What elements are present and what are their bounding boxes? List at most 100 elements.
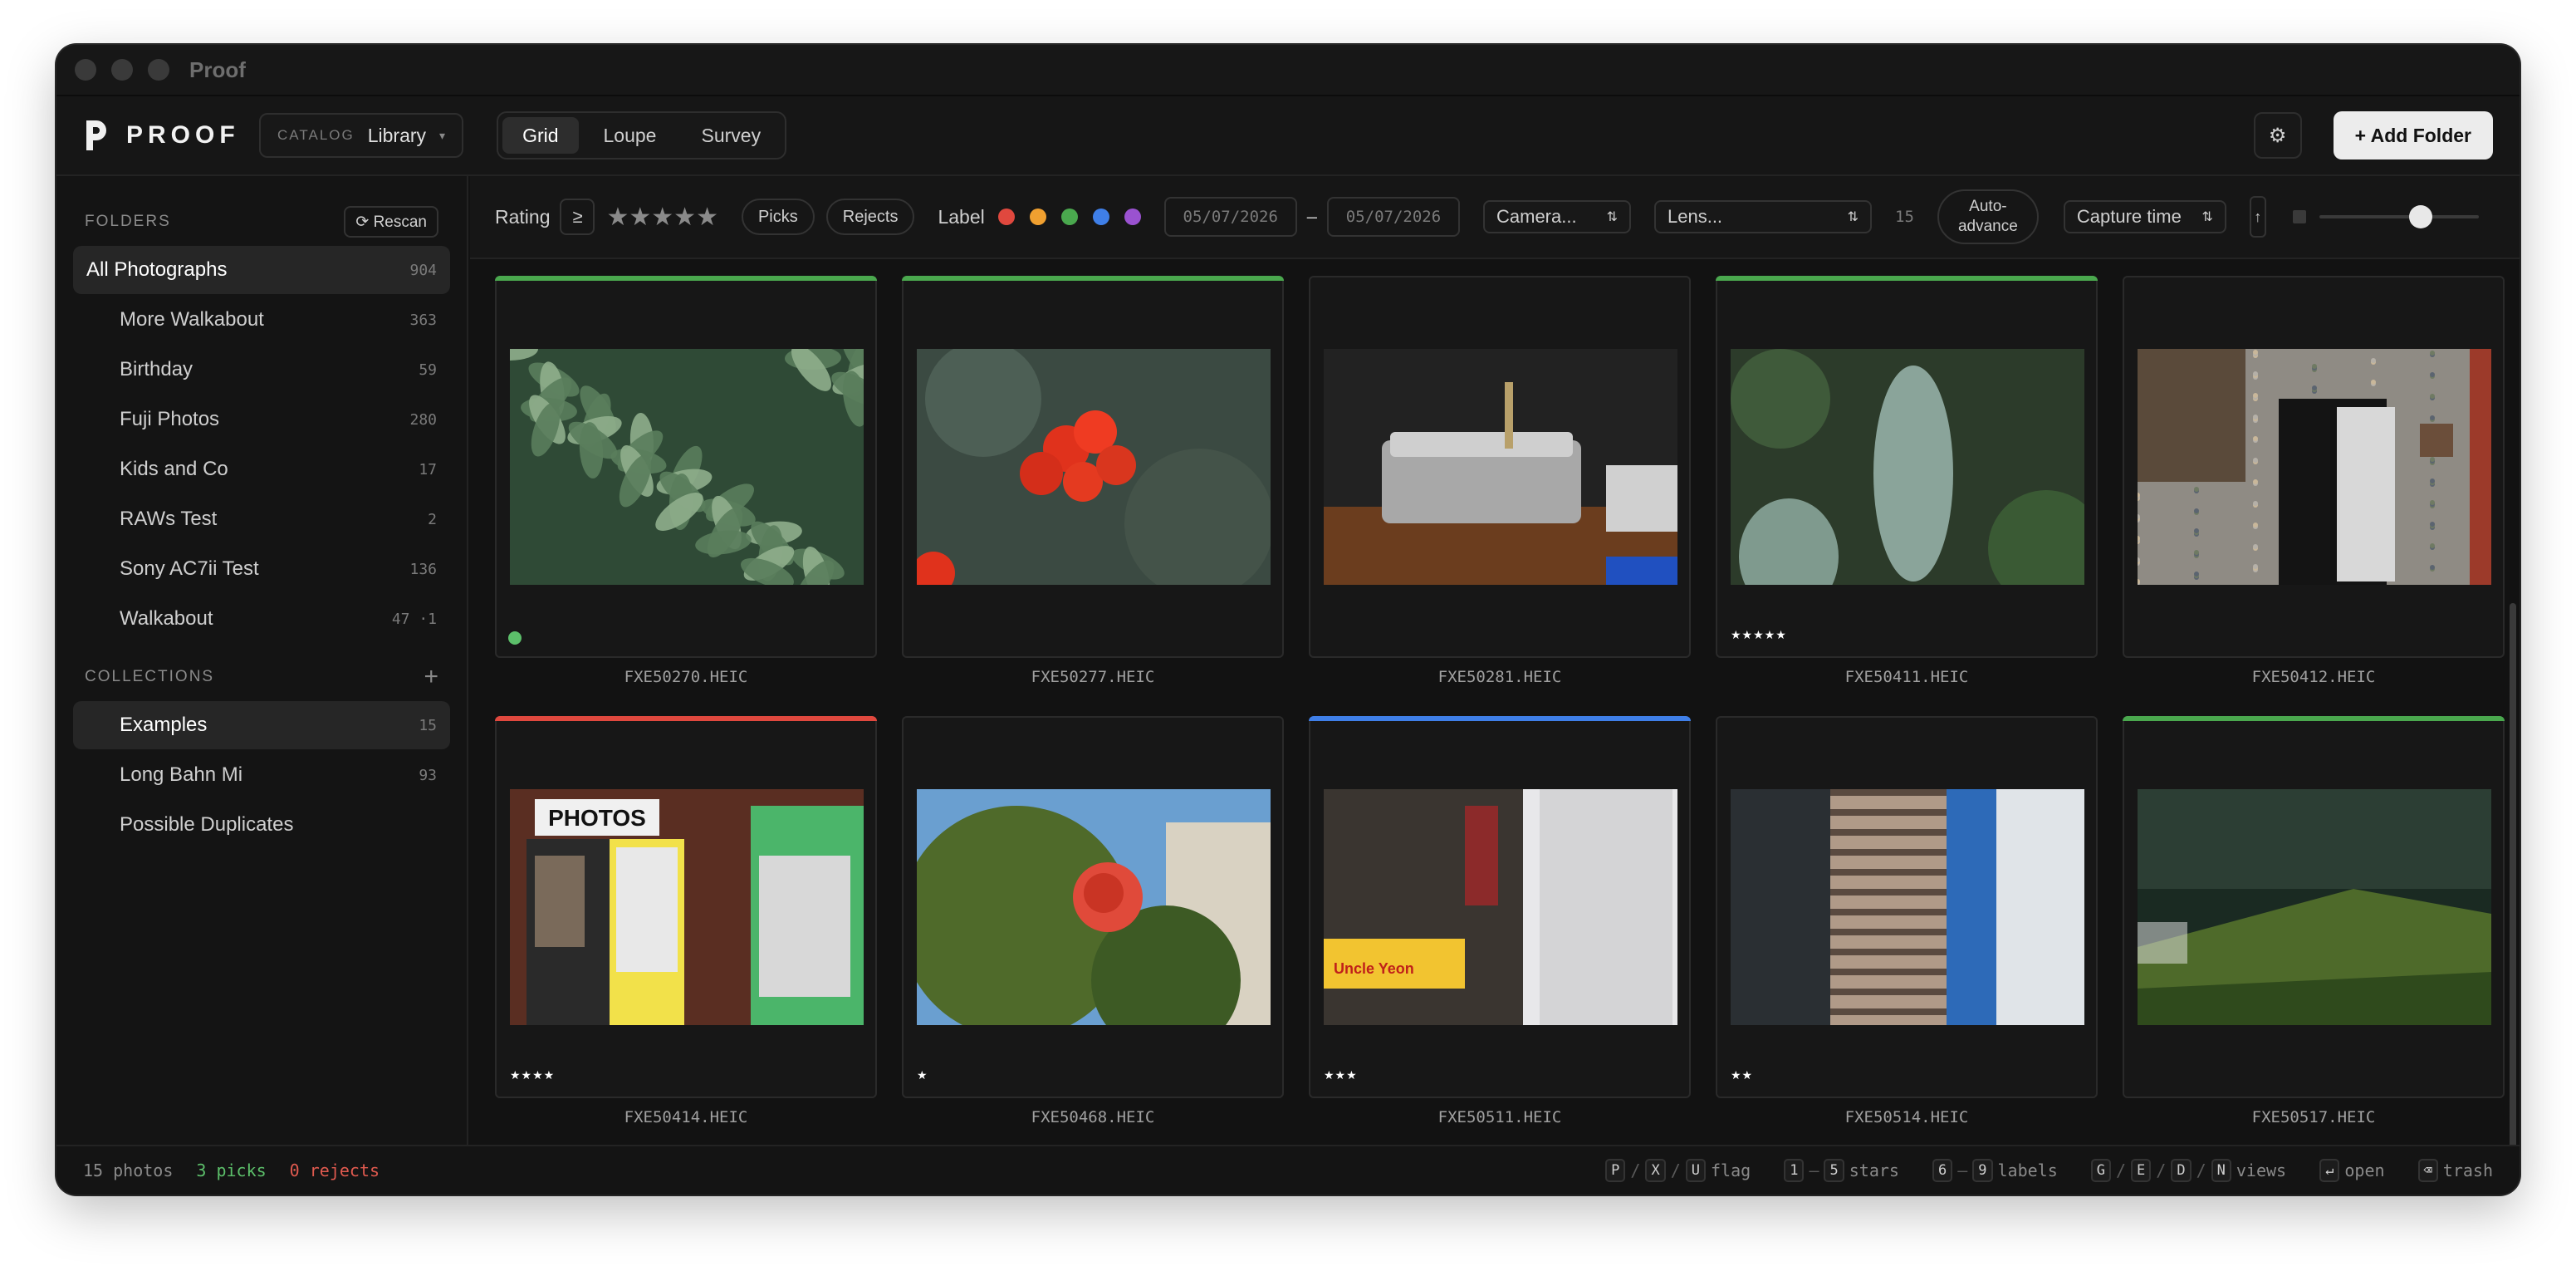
photo-card[interactable]: ★★ [1716, 716, 2098, 1098]
shortcut-hint: 6–9 labels [1932, 1159, 2058, 1182]
folder-count: 904 [409, 261, 437, 279]
window-controls [75, 59, 169, 81]
photo-thumbnail[interactable] [917, 349, 1271, 585]
window-title: Proof [189, 56, 246, 82]
collection-item-long-bahn-mi[interactable]: Long Bahn Mi 93 [73, 751, 450, 799]
catalog-selector[interactable]: CATALOG Library ▾ [259, 113, 464, 158]
hint-label: views [2236, 1160, 2287, 1180]
folder-label: RAWs Test [120, 508, 218, 530]
pick-flag-dot [508, 631, 522, 645]
photo-thumbnail[interactable] [2138, 789, 2491, 1025]
photo-filename: FXE50411.HEIC [1844, 668, 1969, 686]
photo-card[interactable] [2123, 716, 2505, 1098]
view-loupe-tab[interactable]: Loupe [584, 117, 677, 154]
svg-text:PHOTOS: PHOTOS [548, 805, 646, 831]
folder-item-sony-test[interactable]: Sony AC7ii Test 136 [73, 545, 450, 593]
collection-item-possible-duplicates[interactable]: Possible Duplicates [73, 801, 450, 849]
folder-item-more-walkabout[interactable]: More Walkabout 363 [73, 296, 450, 344]
close-window-button[interactable] [75, 59, 96, 81]
photo-thumbnail[interactable] [1731, 349, 2084, 585]
lens-select[interactable]: Lens... ⇅ [1654, 200, 1872, 233]
folder-item-all-photographs[interactable]: All Photographs 904 [73, 246, 450, 294]
key-cap: U [1685, 1159, 1707, 1182]
slider-handle[interactable] [2409, 205, 2433, 228]
photo-thumbnail[interactable] [2138, 349, 2491, 585]
collections-header: COLLECTIONS + [56, 653, 467, 701]
collection-count: 15 [419, 716, 437, 734]
grid-scrollbar[interactable] [2510, 603, 2516, 1145]
folder-item-raws-test[interactable]: RAWs Test 2 [73, 495, 450, 543]
collection-list: Examples 15 Long Bahn Mi 93 Possible Dup… [56, 701, 467, 849]
photo-thumbnail[interactable]: PHOTOS [510, 789, 864, 1025]
picks-filter-button[interactable]: Picks [741, 199, 815, 235]
settings-button[interactable]: ⚙ [2253, 112, 2302, 159]
folder-item-kids-and-co[interactable]: Kids and Co 17 [73, 445, 450, 493]
collection-label: Long Bahn Mi [120, 763, 243, 786]
auto-advance-toggle[interactable]: Auto- advance [1937, 189, 2039, 244]
filter-bar: Rating ≥ ★★★★★ Picks Rejects Label 05/07… [470, 176, 2520, 259]
zoom-window-button[interactable] [148, 59, 169, 81]
shortcut-hint: ⌫ trash [2417, 1159, 2493, 1182]
hint-label: open [2344, 1160, 2385, 1180]
chevron-down-icon: ▾ [439, 128, 446, 142]
photo-card[interactable]: ★ [902, 716, 1284, 1098]
updown-chevron-icon: ⇅ [2201, 210, 2213, 224]
rejects-filter-button[interactable]: Rejects [825, 199, 915, 235]
photo-filename: FXE50468.HEIC [1031, 1108, 1155, 1126]
photo-card[interactable]: ★★★★★ [1716, 276, 2098, 658]
photo-card[interactable] [495, 276, 877, 658]
hint-label: flag [1711, 1160, 1751, 1180]
view-survey-tab[interactable]: Survey [681, 117, 781, 154]
color-label-bar [2123, 716, 2505, 721]
app-window: Proof PROOF CATALOG Library ▾ Grid Loupe… [56, 45, 2520, 1195]
collection-item-examples[interactable]: Examples 15 [73, 701, 450, 749]
sort-select[interactable]: Capture time ⇅ [2063, 200, 2226, 233]
key-cap: ↵ [2319, 1159, 2340, 1182]
label-green-dot[interactable] [1060, 209, 1078, 225]
photo-card[interactable]: PHOTOS ★★★★ [495, 716, 877, 1098]
rescan-button[interactable]: ⟳ Rescan [344, 206, 438, 238]
photo-card[interactable] [902, 276, 1284, 658]
thumb-size-small-icon [2292, 210, 2306, 223]
shortcut-hint: P / X / U flag [1605, 1159, 1751, 1182]
photo-filename: FXE50277.HEIC [1031, 668, 1155, 686]
photo-thumbnail[interactable] [510, 349, 864, 585]
camera-select[interactable]: Camera... ⇅ [1483, 200, 1631, 233]
label-purple-dot[interactable] [1124, 209, 1141, 225]
view-grid-tab[interactable]: Grid [502, 117, 579, 154]
label-red-dot[interactable] [997, 209, 1015, 225]
photo-thumbnail[interactable] [1731, 789, 2084, 1025]
gear-icon: ⚙ [2268, 124, 2287, 147]
photo-card[interactable] [1309, 276, 1691, 658]
folder-item-fuji-photos[interactable]: Fuji Photos 280 [73, 395, 450, 444]
photo-card[interactable] [2123, 276, 2505, 658]
sort-direction-button[interactable]: ↑ [2249, 196, 2266, 238]
thumbnail-size-slider[interactable] [2319, 205, 2479, 228]
updown-chevron-icon: ⇅ [1606, 210, 1618, 224]
key-separator: / [1670, 1160, 1681, 1180]
photo-card[interactable]: Uncle Yeon ★★★ [1309, 716, 1691, 1098]
photo-filename: FXE50514.HEIC [1844, 1108, 1969, 1126]
minimize-window-button[interactable] [111, 59, 133, 81]
rating-operator-button[interactable]: ≥ [560, 199, 595, 235]
label-color-filters [997, 209, 1141, 225]
folder-item-walkabout[interactable]: Walkabout 47 ·1 [73, 595, 450, 643]
picks-count-status: 3 picks [196, 1160, 267, 1180]
folder-count: 17 [419, 460, 437, 478]
add-collection-button[interactable]: + [424, 663, 438, 691]
sidebar: FOLDERS ⟳ Rescan All Photographs 904 Mor… [56, 176, 468, 1145]
date-from-field[interactable]: 05/07/2026 [1163, 197, 1297, 237]
label-blue-dot[interactable] [1092, 209, 1109, 225]
folder-item-birthday[interactable]: Birthday 59 [73, 346, 450, 394]
lens-select-value: Lens... [1668, 206, 1723, 227]
color-label-bar [1716, 276, 2098, 281]
rating-stars-filter[interactable]: ★★★★★ [606, 203, 717, 232]
photo-thumbnail[interactable] [917, 789, 1271, 1025]
photo-thumbnail[interactable]: Uncle Yeon [1324, 789, 1677, 1025]
label-yellow-dot[interactable] [1029, 209, 1046, 225]
shortcut-hint: ↵ open [2319, 1159, 2385, 1182]
add-folder-button[interactable]: + Add Folder [2333, 111, 2493, 159]
shortcut-hint: G / E / D / N views [2090, 1159, 2287, 1182]
date-to-field[interactable]: 05/07/2026 [1327, 197, 1460, 237]
photo-thumbnail[interactable] [1324, 349, 1677, 585]
